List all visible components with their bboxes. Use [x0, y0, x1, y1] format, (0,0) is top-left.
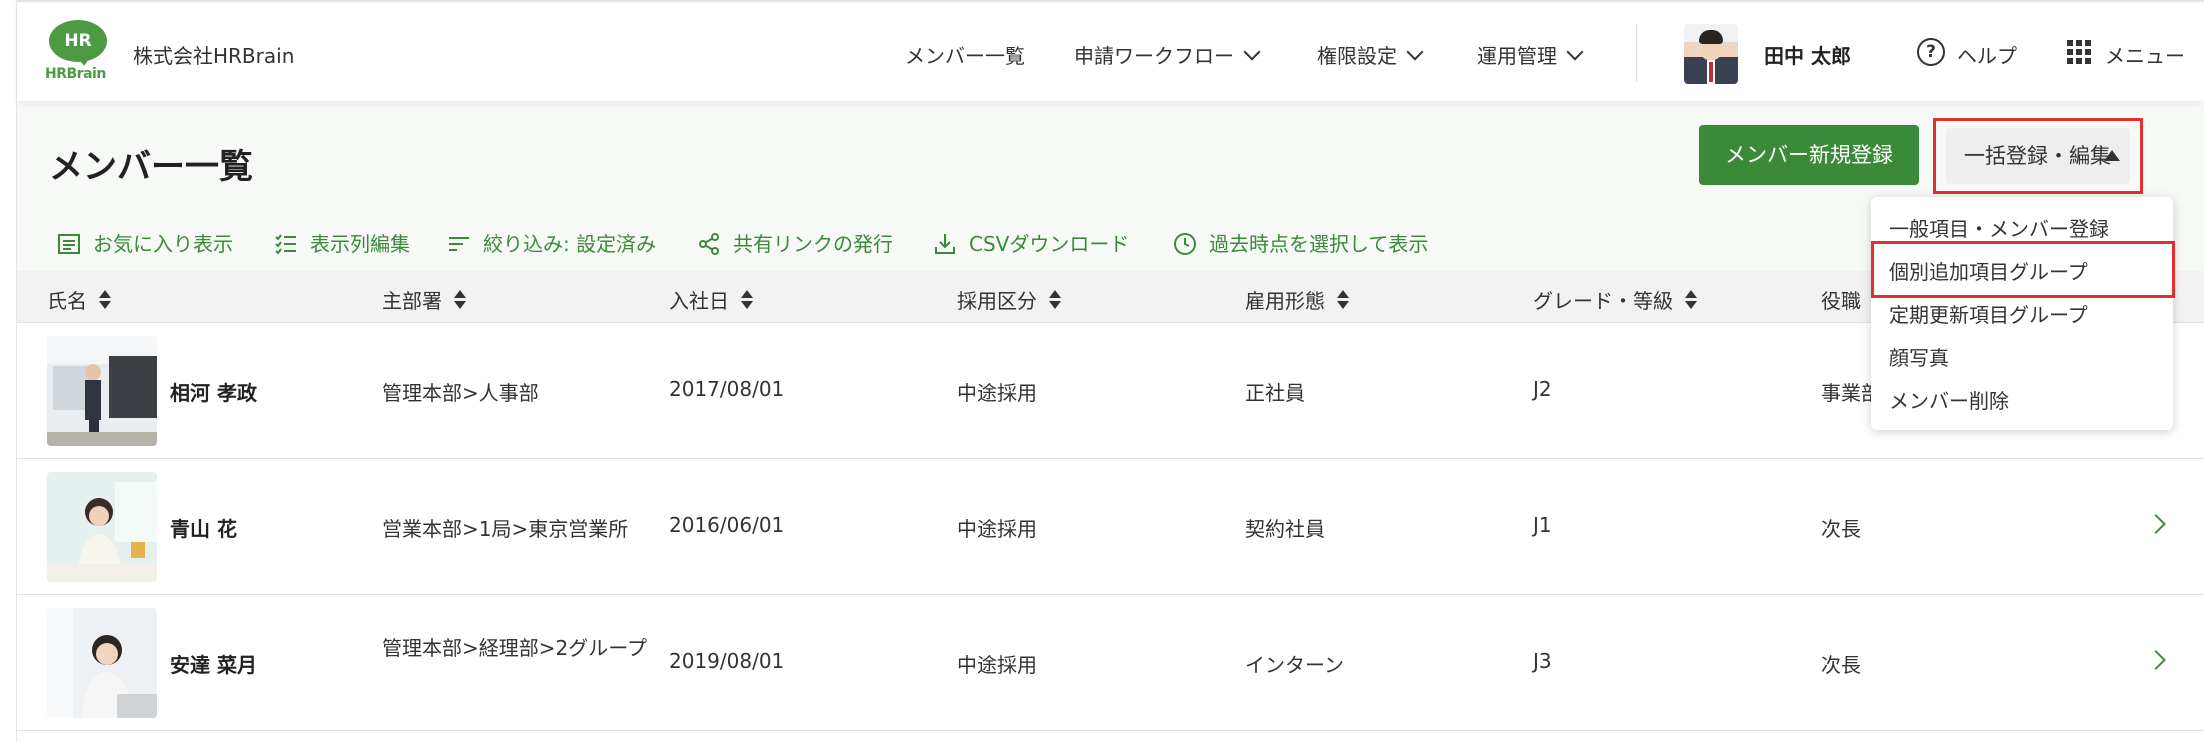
menu-item-delete-member[interactable]: メンバー削除 [1889, 385, 2009, 414]
favorites-label: お気に入り表示 [93, 232, 233, 256]
column-header-hire-type[interactable]: 採用区分 [957, 285, 1061, 314]
bulk-button-highlight: 一括登録・編集 [1933, 118, 2143, 194]
chevron-down-icon [1406, 43, 1424, 61]
bulk-register-edit-button[interactable]: 一括登録・編集 [1946, 128, 2130, 184]
caret-up-icon [2104, 150, 2120, 161]
share-label: 共有リンクの発行 [733, 232, 893, 256]
help-icon[interactable]: ? [1917, 38, 1945, 66]
nav-permissions-label: 権限設定 [1317, 44, 1397, 68]
column-header-join-date[interactable]: 入社日 [669, 285, 753, 314]
member-join-date: 2017/08/01 [669, 377, 785, 401]
clock-icon [1174, 232, 1196, 255]
member-name: 青山 花 [170, 517, 237, 541]
logo-text: HRBrain [45, 66, 106, 82]
menu-item-face-photo[interactable]: 顔写真 [1889, 342, 1949, 371]
member-hire-type: 中途採用 [957, 381, 1037, 405]
column-header-employment[interactable]: 雇用形態 [1245, 285, 1349, 314]
table-row[interactable]: 安達 菜月 管理本部>経理部>2グループ 2019/08/01 中途採用 インタ… [17, 595, 2204, 731]
help-link[interactable]: ヘルプ [1957, 40, 2017, 69]
share-icon [699, 232, 719, 255]
edit-columns-label: 表示列編集 [310, 232, 410, 256]
member-department: 管理本部>経理部>2グループ [382, 636, 648, 660]
column-header-name[interactable]: 氏名 [47, 285, 111, 314]
member-photo [47, 336, 157, 446]
menu-link[interactable]: メニュー [2105, 40, 2185, 69]
member-grade: J1 [1533, 513, 1552, 537]
member-employment: 契約社員 [1245, 517, 1325, 541]
column-header-position[interactable]: 役職 [1821, 285, 1861, 314]
share-link-button[interactable]: 共有リンクの発行 [697, 228, 893, 258]
member-grade: J2 [1533, 377, 1552, 401]
member-photo [47, 608, 157, 718]
chevron-right-icon[interactable] [2146, 650, 2166, 670]
filter-label: 絞り込み: 設定済み [483, 232, 657, 256]
nav-permissions[interactable]: 権限設定 [1317, 40, 1424, 69]
sort-icon [1685, 290, 1697, 312]
bulk-button-label: 一括登録・編集 [1964, 144, 2111, 168]
chevron-down-icon [1566, 43, 1584, 61]
filter-button[interactable]: 絞り込み: 設定済み [447, 228, 656, 258]
sort-icon [1049, 290, 1061, 312]
menu-item-periodic-group[interactable]: 定期更新項目グループ [1889, 299, 2088, 328]
bulk-edit-dropdown: 一般項目・メンバー登録 個別追加項目グループ 定期更新項目グループ 顔写真 メン… [1871, 197, 2173, 430]
sort-icon [741, 290, 753, 312]
user-avatar[interactable] [1684, 24, 1738, 84]
app-window: HR HRBrain 株式会社HRBrain メンバー一覧 申請ワークフロー 権… [0, 0, 2204, 742]
edit-columns-button[interactable]: 表示列編集 [274, 228, 410, 258]
member-photo [47, 472, 157, 582]
member-position: 次長 [1821, 653, 1861, 677]
page-title-bar: メンバー一覧 メンバー新規登録 一括登録・編集 [17, 101, 2204, 211]
csv-download-label: CSVダウンロード [969, 232, 1130, 256]
nav-workflow-label: 申請ワークフロー [1074, 44, 1234, 68]
member-employment: 正社員 [1245, 381, 1305, 405]
window-edge [0, 0, 17, 742]
page-title: メンバー一覧 [49, 147, 253, 187]
column-header-department[interactable]: 主部署 [382, 285, 466, 314]
member-employment: インターン [1245, 653, 1344, 677]
member-grade: J3 [1533, 649, 1552, 673]
table-row[interactable]: 青山 花 営業本部>1局>東京営業所 2016/06/01 中途採用 契約社員 … [17, 459, 2204, 595]
top-header: HR HRBrain 株式会社HRBrain メンバー一覧 申請ワークフロー 権… [17, 0, 2204, 101]
company-name: 株式会社HRBrain [133, 44, 295, 68]
nav-operations-label: 運用管理 [1477, 44, 1557, 68]
column-header-grade[interactable]: グレード・等級 [1533, 285, 1697, 314]
chevron-right-icon[interactable] [2146, 514, 2166, 534]
logo-mark: HR [49, 20, 107, 66]
sort-icon [454, 290, 466, 312]
member-position: 次長 [1821, 517, 1861, 541]
list-icon [58, 233, 80, 254]
hrbrain-logo[interactable]: HR HRBrain [45, 20, 109, 84]
grid-menu-icon[interactable] [2067, 40, 2091, 64]
member-name: 相河 孝政 [170, 381, 257, 405]
nav-member-list-label: メンバー一覧 [905, 44, 1025, 68]
filter-icon [449, 236, 469, 251]
csv-download-button[interactable]: CSVダウンロード [933, 228, 1129, 258]
past-date-label: 過去時点を選択して表示 [1209, 232, 1429, 256]
nav-workflow[interactable]: 申請ワークフロー [1074, 40, 1261, 69]
header-divider [1636, 24, 1637, 82]
member-name: 安達 菜月 [170, 653, 257, 677]
nav-member-list[interactable]: メンバー一覧 [905, 40, 1025, 69]
menu-item-general-register[interactable]: 一般項目・メンバー登録 [1889, 213, 2109, 242]
sort-icon [99, 290, 111, 312]
member-department: 営業本部>1局>東京営業所 [382, 517, 629, 541]
chevron-down-icon [1243, 43, 1261, 61]
member-join-date: 2016/06/01 [669, 513, 785, 537]
favorites-button[interactable]: お気に入り表示 [57, 228, 233, 258]
member-hire-type: 中途採用 [957, 653, 1037, 677]
member-department: 管理本部>人事部 [382, 381, 539, 405]
checklist-icon [275, 233, 296, 255]
sort-icon [1337, 290, 1349, 312]
user-name[interactable]: 田中 太郎 [1764, 40, 1851, 69]
add-member-button[interactable]: メンバー新規登録 [1699, 125, 1919, 185]
member-hire-type: 中途採用 [957, 517, 1037, 541]
past-date-button[interactable]: 過去時点を選択して表示 [1173, 228, 1428, 258]
nav-operations[interactable]: 運用管理 [1477, 40, 1584, 69]
member-join-date: 2019/08/01 [669, 649, 785, 673]
menu-item-highlight [1871, 241, 2175, 298]
download-icon [935, 233, 955, 254]
